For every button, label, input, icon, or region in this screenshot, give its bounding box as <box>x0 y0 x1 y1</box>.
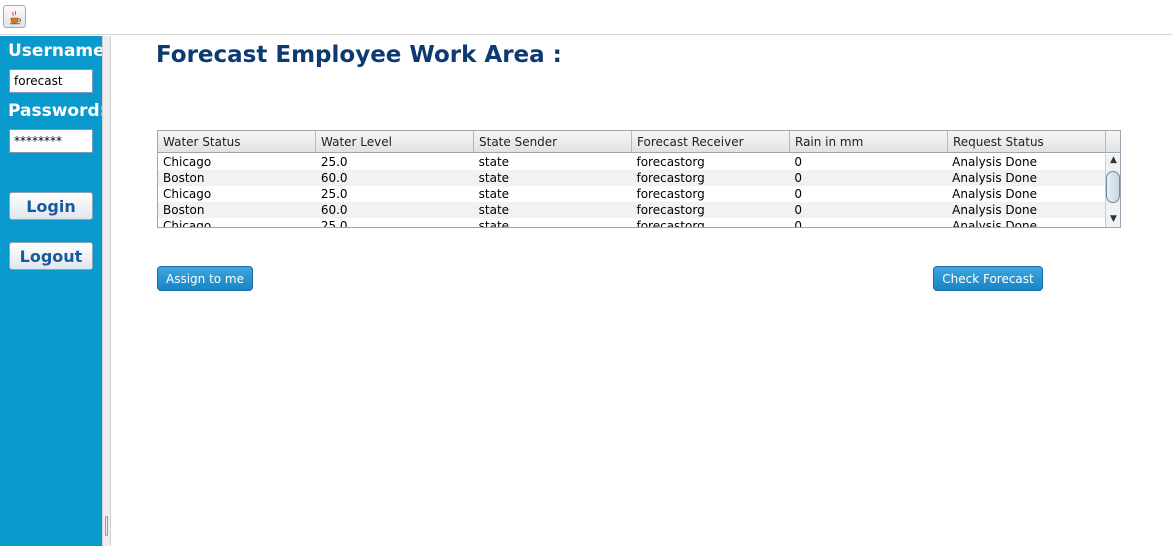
table-cell: state <box>478 203 510 217</box>
table-cell: state <box>478 187 510 201</box>
username-label: Username: <box>8 41 112 61</box>
toolbar <box>0 0 1172 35</box>
column-header[interactable]: Forecast Receiver <box>632 131 790 152</box>
header-corner <box>1106 131 1120 152</box>
table-cell: state <box>478 219 510 227</box>
column-header[interactable]: Rain in mm <box>790 131 948 152</box>
table-row[interactable]: Chicago 25.0 state forecastorg 0 Analysi… <box>158 154 1105 170</box>
table-body: Chicago 25.0 state forecastorg 0 Analysi… <box>158 154 1105 227</box>
table-cell: 25.0 <box>320 219 348 227</box>
table-cell: 60.0 <box>320 203 348 217</box>
table-cell: Chicago <box>163 187 212 201</box>
split-pane-divider[interactable] <box>102 36 111 546</box>
scroll-down-arrow-icon[interactable]: ▼ <box>1108 214 1119 225</box>
table-row[interactable]: Chicago 25.0 state forecastorg 0 Analysi… <box>158 218 1105 227</box>
login-button[interactable]: Login <box>9 192 93 220</box>
table-cell: forecastorg <box>636 171 705 185</box>
table-cell: Analysis Done <box>952 171 1037 185</box>
table-cell: Analysis Done <box>952 203 1037 217</box>
table-cell: 25.0 <box>320 155 348 169</box>
password-input[interactable]: ******** <box>9 129 93 153</box>
column-header[interactable]: Request Status <box>948 131 1106 152</box>
table-row[interactable]: Chicago 25.0 state forecastorg 0 Analysi… <box>158 186 1105 202</box>
column-header[interactable]: State Sender <box>474 131 632 152</box>
password-label: Password: <box>8 101 107 121</box>
table-header: Water Status Water Level State Sender Fo… <box>158 131 1120 153</box>
table-row[interactable]: Boston 60.0 state forecastorg 0 Analysis… <box>158 170 1105 186</box>
table-cell: 0 <box>794 219 802 227</box>
table-cell: 25.0 <box>320 187 348 201</box>
table-cell: 0 <box>794 155 802 169</box>
table-row[interactable]: Boston 60.0 state forecastorg 0 Analysis… <box>158 202 1105 218</box>
table-cell: Analysis Done <box>952 155 1037 169</box>
table-cell: 0 <box>794 203 802 217</box>
table-cell: 0 <box>794 171 802 185</box>
assign-to-me-button[interactable]: Assign to me <box>157 266 253 291</box>
java-coffee-icon[interactable] <box>3 5 26 28</box>
logout-button[interactable]: Logout <box>9 242 93 270</box>
table-cell: 0 <box>794 187 802 201</box>
scroll-up-arrow-icon[interactable]: ▲ <box>1108 155 1119 166</box>
scrollbar-thumb[interactable] <box>1106 171 1120 203</box>
table-cell: state <box>478 155 510 169</box>
check-forecast-button[interactable]: Check Forecast <box>933 266 1043 291</box>
table-cell: forecastorg <box>636 155 705 169</box>
table-cell: Boston <box>163 203 205 217</box>
page-title: Forecast Employee Work Area : <box>156 42 562 68</box>
table-vertical-scrollbar[interactable]: ▲ ▼ <box>1105 154 1120 227</box>
table-cell: Chicago <box>163 155 212 169</box>
table-cell: forecastorg <box>636 203 705 217</box>
table-cell: 60.0 <box>320 171 348 185</box>
username-input[interactable]: forecast <box>9 69 93 93</box>
table-cell: state <box>478 171 510 185</box>
column-header[interactable]: Water Level <box>316 131 474 152</box>
column-header[interactable]: Water Status <box>158 131 316 152</box>
divider-grip-icon[interactable] <box>105 516 108 536</box>
table-cell: forecastorg <box>636 219 705 227</box>
requests-table: Water Status Water Level State Sender Fo… <box>157 130 1121 228</box>
table-cell: Analysis Done <box>952 187 1037 201</box>
table-cell: Boston <box>163 171 205 185</box>
table-cell: Analysis Done <box>952 219 1037 227</box>
login-sidebar: Username: forecast Password: ******** Lo… <box>0 36 111 546</box>
table-cell: Chicago <box>163 219 212 227</box>
table-cell: forecastorg <box>636 187 705 201</box>
